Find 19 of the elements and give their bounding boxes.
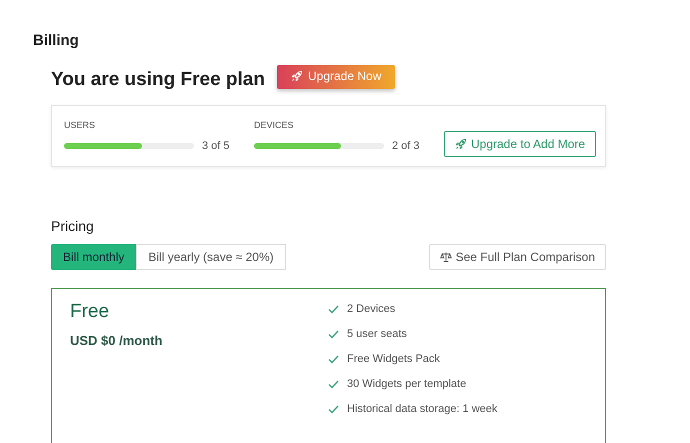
upgrade-to-add-more-button[interactable]: Upgrade to Add More [444, 131, 596, 157]
plan-price: USD $0 /month [70, 333, 164, 348]
meter-label: DEVICES [254, 120, 295, 130]
feature-text: Free Widgets Pack [347, 353, 440, 365]
feature-text: Historical data storage: 1 week [347, 403, 498, 415]
plan-comparison-button[interactable]: See Full Plan Comparison [428, 244, 606, 270]
feature-text: 2 Devices [347, 303, 396, 315]
meter-label: USERS [64, 120, 96, 130]
feature-text: 30 Widgets per template [347, 378, 466, 390]
plan-heading: You are using Free plan [51, 69, 265, 91]
upgrade-now-button[interactable]: Upgrade Now [276, 65, 396, 89]
feature-text: 5 user seats [347, 328, 407, 340]
billing-toggle-option[interactable]: Bill yearly (save ≈ 20%) [136, 244, 286, 270]
section-title: Pricing [51, 218, 94, 234]
plan-name: Free [70, 301, 110, 323]
usage-reading: 2 of 3 [392, 140, 420, 152]
page-title: Billing [33, 32, 79, 49]
billing-toggle-option[interactable]: Bill monthly [51, 244, 136, 270]
usage-reading: 3 of 5 [202, 140, 230, 152]
